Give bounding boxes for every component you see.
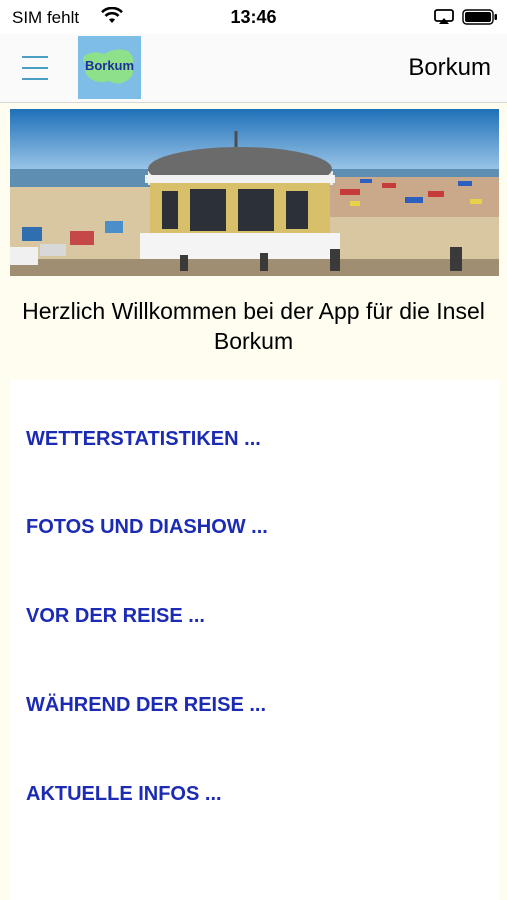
- menu-card: WETTERSTATISTIKEN ... FOTOS UND DIASHOW …: [10, 380, 499, 900]
- hamburger-menu-icon[interactable]: [18, 50, 54, 86]
- menu-item-aktuelle-infos[interactable]: AKTUELLE INFOS ...: [26, 783, 222, 806]
- beach-pavilion-photo: [10, 109, 499, 276]
- menu-item-waehrend-der-reise[interactable]: WÄHREND DER REISE ...: [26, 694, 266, 717]
- logo-text: Borkum: [84, 58, 135, 73]
- app-logo: Borkum: [78, 36, 141, 99]
- hero-image: [10, 109, 499, 276]
- clock: 13:46: [230, 7, 277, 27]
- navigation-bar: Borkum Borkum: [0, 34, 507, 103]
- menu-item-fotos-diashow[interactable]: FOTOS UND DIASHOW ...: [26, 516, 268, 539]
- page-title: Borkum: [408, 54, 491, 81]
- battery-icon: [462, 9, 497, 25]
- airplay-icon: [434, 9, 454, 24]
- status-bar: SIM fehlt 13:46: [0, 0, 507, 34]
- menu-item-vor-der-reise[interactable]: VOR DER REISE ...: [26, 605, 205, 628]
- menu-item-wetterstatistiken[interactable]: WETTERSTATISTIKEN ...: [26, 428, 261, 451]
- welcome-text: Herzlich Willkommen bei der App für die …: [22, 298, 485, 354]
